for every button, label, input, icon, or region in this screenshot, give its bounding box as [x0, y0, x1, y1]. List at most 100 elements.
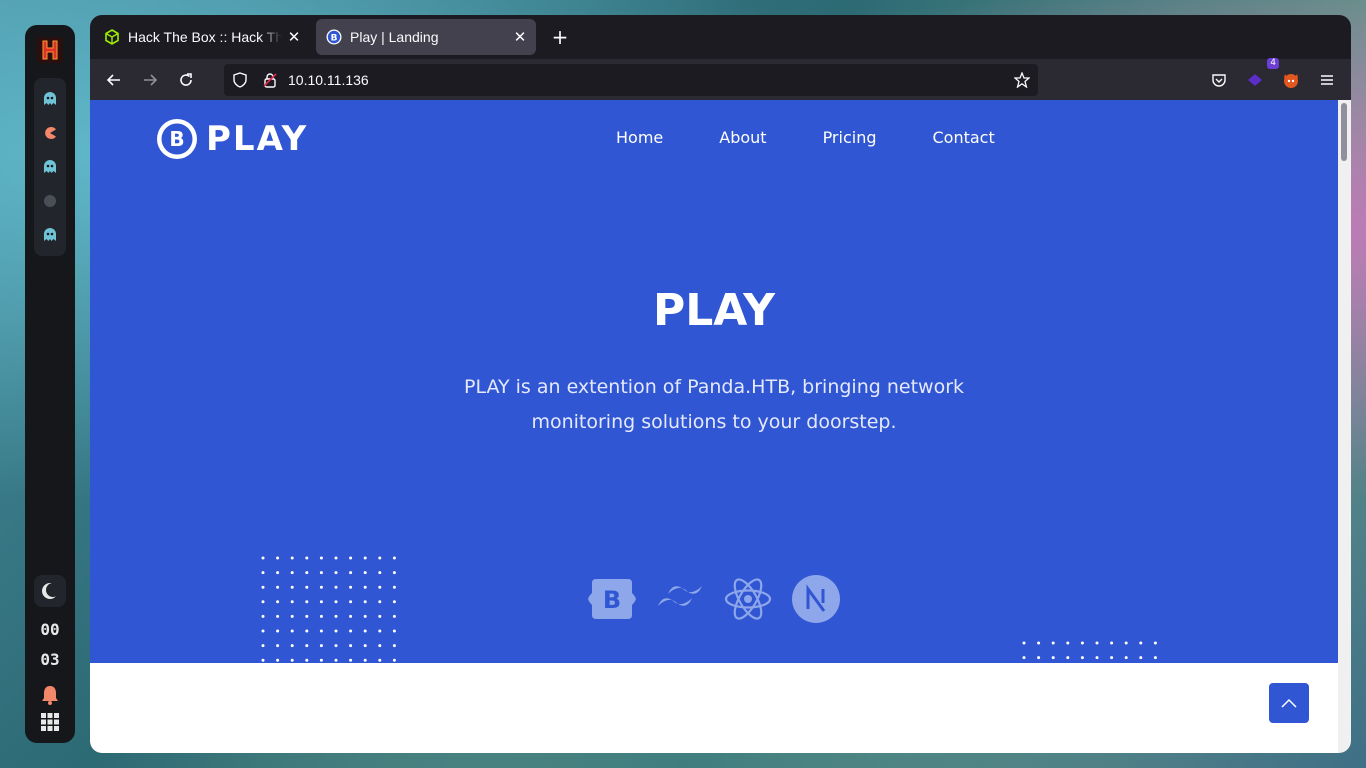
decorative-dot — [305, 585, 309, 589]
nav-about-link[interactable]: About — [719, 128, 766, 147]
workspace-3-ghost-icon[interactable] — [34, 150, 66, 184]
forward-arrow-icon[interactable] — [132, 62, 168, 98]
decorative-dot — [319, 571, 323, 575]
decorative-dot — [378, 644, 382, 648]
page-viewport: B PLAY Home About Pricing Contact PLAY P… — [90, 100, 1338, 753]
pocket-icon[interactable] — [1201, 62, 1237, 98]
decorative-dot — [276, 644, 280, 648]
decorative-dot — [1080, 656, 1084, 660]
clock-hours: 00 — [40, 620, 60, 639]
decorative-dot — [334, 585, 338, 589]
decorative-dot — [334, 629, 338, 633]
decorative-dot — [349, 600, 353, 604]
decorative-dot — [349, 556, 353, 560]
url-text[interactable]: 10.10.11.136 — [288, 72, 1014, 88]
decorative-dot — [1110, 656, 1114, 660]
decorative-dot — [1051, 641, 1055, 645]
scrollbar-thumb[interactable] — [1341, 103, 1347, 161]
workspace-1-ghost-icon[interactable] — [34, 82, 66, 116]
decorative-dot — [349, 658, 353, 662]
react-icon — [724, 575, 772, 623]
nav-pricing-link[interactable]: Pricing — [823, 128, 877, 147]
decorative-dot — [334, 556, 338, 560]
tab-hackthebox[interactable]: Hack The Box :: Hack The Box ✕ — [94, 19, 310, 55]
decorative-dot — [363, 614, 367, 618]
back-to-top-button[interactable] — [1269, 683, 1309, 723]
address-bar[interactable]: 10.10.11.136 — [224, 63, 1038, 96]
decorative-dot — [1153, 656, 1157, 660]
decorative-dot — [319, 644, 323, 648]
notification-bell-icon[interactable] — [41, 685, 59, 705]
decorative-dot — [363, 571, 367, 575]
decorative-dot — [378, 571, 382, 575]
hackthebox-h-logo-icon[interactable] — [36, 36, 64, 64]
workspace-5-ghost-icon[interactable] — [34, 218, 66, 252]
decorative-dot — [349, 644, 353, 648]
decorative-dot — [276, 629, 280, 633]
decorative-dot — [261, 614, 265, 618]
tab-play-landing[interactable]: B Play | Landing ✕ — [316, 19, 536, 55]
nav-contact-link[interactable]: Contact — [933, 128, 995, 147]
decorative-dot — [1110, 641, 1114, 645]
hamburger-menu-icon[interactable] — [1309, 62, 1345, 98]
decorative-dot — [261, 644, 265, 648]
night-mode-moon-icon[interactable] — [34, 575, 66, 607]
site-logo[interactable]: B PLAY — [156, 118, 308, 160]
decorative-dot — [1022, 656, 1026, 660]
workspace-2-pacman-icon[interactable] — [34, 116, 66, 150]
decorative-dot — [349, 571, 353, 575]
decorative-dot — [290, 629, 294, 633]
dot-grid-left-decoration — [261, 556, 396, 662]
decorative-dot — [319, 600, 323, 604]
back-arrow-icon[interactable] — [96, 62, 132, 98]
nav-home-link[interactable]: Home — [616, 128, 663, 147]
decorative-dot — [392, 556, 396, 560]
decorative-dot — [261, 629, 265, 633]
decorative-dot — [261, 658, 265, 662]
workspace-4-dot-icon[interactable] — [34, 184, 66, 218]
tracking-shield-icon[interactable] — [232, 71, 248, 88]
decorative-dot — [319, 585, 323, 589]
decorative-dot — [261, 600, 265, 604]
svg-text:B: B — [603, 586, 621, 614]
decorative-dot — [290, 614, 294, 618]
decorative-dot — [392, 658, 396, 662]
close-tab-icon[interactable]: ✕ — [286, 29, 302, 46]
decorative-dot — [290, 571, 294, 575]
decorative-dot — [1066, 656, 1070, 660]
navigation-toolbar: 10.10.11.136 4 — [90, 57, 1351, 100]
decorative-dot — [392, 571, 396, 575]
hero-description: PLAY is an extention of Panda.HTB, bring… — [463, 376, 965, 433]
decorative-dot — [1153, 641, 1157, 645]
tab-title: Play | Landing — [350, 29, 439, 45]
app-grid-icon[interactable] — [41, 713, 59, 731]
reload-icon[interactable] — [168, 62, 204, 98]
bookmark-star-icon[interactable] — [1014, 71, 1030, 88]
decorative-dot — [1037, 656, 1041, 660]
insecure-lock-icon[interactable] — [262, 72, 278, 88]
decorative-dot — [334, 644, 338, 648]
decorative-dot — [363, 585, 367, 589]
decorative-dot — [305, 571, 309, 575]
decorative-dot — [305, 614, 309, 618]
decorative-dot — [1139, 656, 1143, 660]
decorative-dot — [334, 614, 338, 618]
decorative-dot — [276, 658, 280, 662]
decorative-dot — [378, 600, 382, 604]
decorative-dot — [305, 658, 309, 662]
page-scrollbar[interactable] — [1338, 100, 1351, 753]
dot-grid-right-decoration — [1022, 641, 1157, 660]
decorative-dot — [1080, 641, 1084, 645]
decorative-dot — [378, 585, 382, 589]
brand-badge-letter: B — [169, 127, 184, 151]
new-tab-plus-icon[interactable]: + — [544, 21, 576, 53]
tailwind-icon — [656, 575, 704, 623]
decorative-dot — [261, 571, 265, 575]
decorative-dot — [305, 600, 309, 604]
decorative-dot — [290, 556, 294, 560]
extension-icon[interactable]: 4 — [1237, 57, 1279, 98]
chevron-up-icon — [1281, 698, 1297, 708]
hero-title: PLAY — [653, 285, 775, 336]
close-tab-icon[interactable]: ✕ — [512, 29, 528, 46]
decorative-dot — [1037, 641, 1041, 645]
